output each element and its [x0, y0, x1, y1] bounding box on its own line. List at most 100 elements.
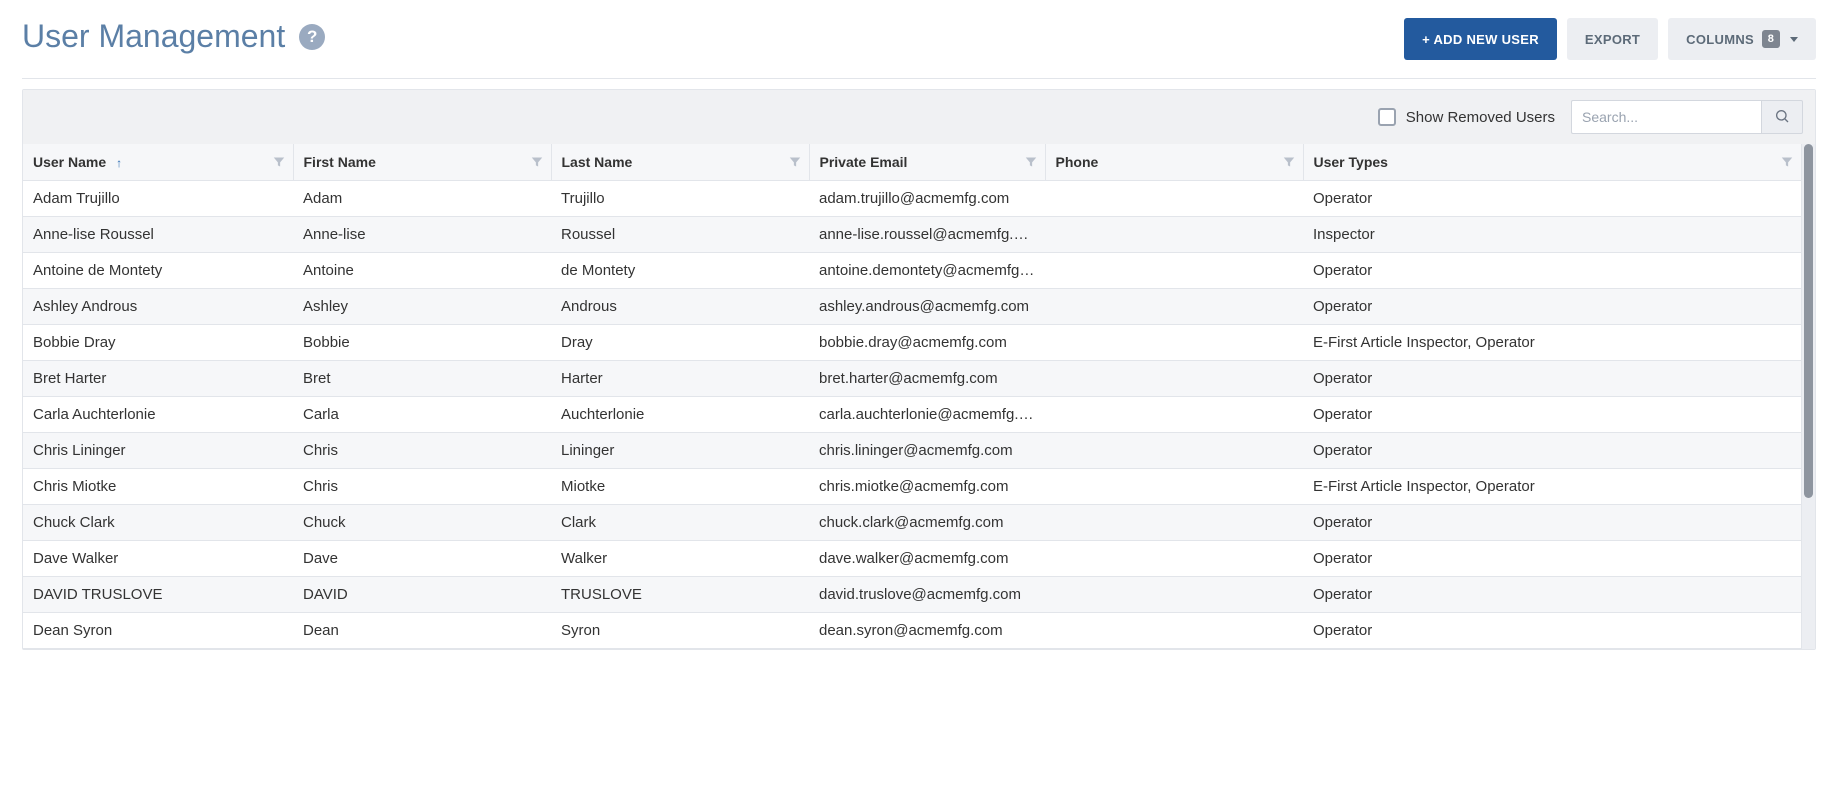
column-header-label: First Name: [304, 154, 376, 170]
cell-user_types: Operator: [1303, 181, 1801, 217]
show-removed-text: Show Removed Users: [1406, 109, 1555, 126]
cell-username: Bret Harter: [23, 361, 293, 397]
cell-username: Bobbie Dray: [23, 325, 293, 361]
column-header-first_name[interactable]: First Name: [293, 144, 551, 181]
vertical-scrollbar[interactable]: [1801, 144, 1815, 649]
cell-username: Ashley Androus: [23, 289, 293, 325]
page-header: User Management ? + ADD NEW USER EXPORT …: [22, 18, 1816, 60]
columns-count-badge: 8: [1762, 30, 1780, 48]
search-icon: [1774, 108, 1790, 127]
table-row[interactable]: Dave WalkerDaveWalkerdave.walker@acmemfg…: [23, 541, 1801, 577]
cell-phone: [1045, 577, 1303, 613]
table-row[interactable]: Anne-lise RousselAnne-liseRousselanne-li…: [23, 217, 1801, 253]
cell-username: DAVID TRUSLOVE: [23, 577, 293, 613]
filter-icon[interactable]: [1283, 156, 1295, 168]
cell-last_name: Harter: [551, 361, 809, 397]
filter-icon[interactable]: [789, 156, 801, 168]
cell-username: Carla Auchterlonie: [23, 397, 293, 433]
cell-last_name: Androus: [551, 289, 809, 325]
cell-first_name: Bret: [293, 361, 551, 397]
show-removed-checkbox[interactable]: [1378, 108, 1396, 126]
cell-user_types: Operator: [1303, 505, 1801, 541]
cell-phone: [1045, 433, 1303, 469]
search-group: [1571, 100, 1803, 134]
column-header-label: User Name: [33, 154, 106, 170]
show-removed-label[interactable]: Show Removed Users: [1378, 108, 1555, 126]
columns-button-label: COLUMNS: [1686, 32, 1754, 47]
cell-last_name: Trujillo: [551, 181, 809, 217]
table-row[interactable]: Carla AuchterlonieCarlaAuchterloniecarla…: [23, 397, 1801, 433]
column-header-label: Phone: [1056, 154, 1099, 170]
table-row[interactable]: Ashley AndrousAshleyAndrousashley.androu…: [23, 289, 1801, 325]
table-body: Adam TrujilloAdamTrujilloadam.trujillo@a…: [23, 181, 1801, 649]
cell-email: antoine.demontety@acmemfg....: [809, 253, 1045, 289]
scrollbar-thumb[interactable]: [1804, 144, 1813, 498]
cell-first_name: Antoine: [293, 253, 551, 289]
column-header-user_types[interactable]: User Types: [1303, 144, 1801, 181]
table-row[interactable]: Chuck ClarkChuckClarkchuck.clark@acmemfg…: [23, 505, 1801, 541]
columns-button[interactable]: COLUMNS 8: [1668, 18, 1816, 60]
cell-email: chuck.clark@acmemfg.com: [809, 505, 1045, 541]
grid-toolbar: Show Removed Users: [23, 90, 1815, 144]
cell-user_types: Inspector: [1303, 217, 1801, 253]
cell-phone: [1045, 217, 1303, 253]
column-header-email[interactable]: Private Email: [809, 144, 1045, 181]
cell-email: carla.auchterlonie@acmemfg.c...: [809, 397, 1045, 433]
cell-first_name: Adam: [293, 181, 551, 217]
table-row[interactable]: Bret HarterBretHarterbret.harter@acmemfg…: [23, 361, 1801, 397]
table-row[interactable]: Dean SyronDeanSyrondean.syron@acmemfg.co…: [23, 613, 1801, 649]
cell-last_name: Walker: [551, 541, 809, 577]
column-header-username[interactable]: User Name ↑: [23, 144, 293, 181]
cell-email: bret.harter@acmemfg.com: [809, 361, 1045, 397]
cell-user_types: Operator: [1303, 433, 1801, 469]
add-user-button[interactable]: + ADD NEW USER: [1404, 18, 1557, 60]
table-row[interactable]: Bobbie DrayBobbieDraybobbie.dray@acmemfg…: [23, 325, 1801, 361]
cell-last_name: Syron: [551, 613, 809, 649]
column-header-phone[interactable]: Phone: [1045, 144, 1303, 181]
cell-last_name: TRUSLOVE: [551, 577, 809, 613]
cell-user_types: E-First Article Inspector, Operator: [1303, 325, 1801, 361]
filter-icon[interactable]: [531, 156, 543, 168]
header-actions: + ADD NEW USER EXPORT COLUMNS 8: [1404, 18, 1816, 60]
grid-wrap: User Name ↑ First Name Last NamePrivate Ema…: [23, 144, 1815, 649]
help-icon[interactable]: ?: [299, 24, 325, 50]
cell-email: adam.trujillo@acmemfg.com: [809, 181, 1045, 217]
cell-last_name: Lininger: [551, 433, 809, 469]
cell-first_name: Ashley: [293, 289, 551, 325]
cell-email: ashley.androus@acmemfg.com: [809, 289, 1045, 325]
cell-phone: [1045, 325, 1303, 361]
cell-username: Antoine de Montety: [23, 253, 293, 289]
table-row[interactable]: DAVID TRUSLOVEDAVIDTRUSLOVEdavid.truslov…: [23, 577, 1801, 613]
table-row[interactable]: Adam TrujilloAdamTrujilloadam.trujillo@a…: [23, 181, 1801, 217]
filter-icon[interactable]: [1781, 156, 1793, 168]
table-head: User Name ↑ First Name Last NamePrivate Ema…: [23, 144, 1801, 181]
cell-username: Dave Walker: [23, 541, 293, 577]
cell-last_name: Miotke: [551, 469, 809, 505]
cell-email: bobbie.dray@acmemfg.com: [809, 325, 1045, 361]
table-row[interactable]: Antoine de MontetyAntoinede Montetyantoi…: [23, 253, 1801, 289]
cell-first_name: Dean: [293, 613, 551, 649]
table-row[interactable]: Chris LiningerChrisLiningerchris.lininge…: [23, 433, 1801, 469]
export-button[interactable]: EXPORT: [1567, 18, 1658, 60]
column-header-last_name[interactable]: Last Name: [551, 144, 809, 181]
cell-user_types: Operator: [1303, 577, 1801, 613]
cell-user_types: Operator: [1303, 361, 1801, 397]
filter-icon[interactable]: [273, 156, 285, 168]
cell-phone: [1045, 541, 1303, 577]
cell-last_name: Roussel: [551, 217, 809, 253]
cell-phone: [1045, 505, 1303, 541]
table-row[interactable]: Chris MiotkeChrisMiotkechris.miotke@acme…: [23, 469, 1801, 505]
cell-first_name: Bobbie: [293, 325, 551, 361]
cell-email: chris.miotke@acmemfg.com: [809, 469, 1045, 505]
cell-email: dave.walker@acmemfg.com: [809, 541, 1045, 577]
page-title: User Management: [22, 18, 285, 55]
filter-icon[interactable]: [1025, 156, 1037, 168]
sort-asc-icon: ↑: [116, 156, 122, 170]
search-input[interactable]: [1571, 100, 1761, 134]
grid-panel: Show Removed Users User: [22, 89, 1816, 650]
cell-first_name: Chuck: [293, 505, 551, 541]
page: User Management ? + ADD NEW USER EXPORT …: [0, 0, 1838, 650]
cell-phone: [1045, 361, 1303, 397]
table-head-row: User Name ↑ First Name Last NamePrivate Ema…: [23, 144, 1801, 181]
search-button[interactable]: [1761, 100, 1803, 134]
